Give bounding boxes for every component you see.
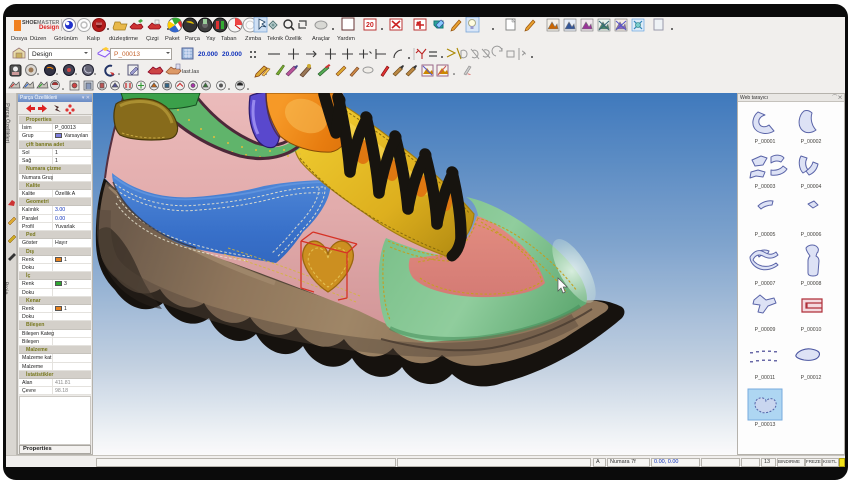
- svg-text:P_00004: P_00004: [801, 184, 822, 190]
- svg-text:P_00012: P_00012: [801, 375, 822, 381]
- svg-text:P_00003: P_00003: [755, 184, 776, 190]
- svg-text:P_00010: P_00010: [801, 327, 822, 333]
- svg-text:P_00002: P_00002: [801, 139, 822, 145]
- svg-text:20.000: 20.000: [222, 51, 242, 58]
- svg-text:P_00001: P_00001: [755, 139, 776, 145]
- svg-text:P_00005: P_00005: [755, 232, 776, 238]
- svg-text:P_00011: P_00011: [755, 375, 775, 381]
- svg-text:P_00006: P_00006: [801, 232, 822, 238]
- svg-text:20.000: 20.000: [198, 51, 218, 58]
- svg-text:last.las: last.las: [182, 69, 199, 75]
- svg-text:P_00007: P_00007: [755, 281, 776, 287]
- svg-text:P_00008: P_00008: [801, 281, 822, 287]
- svg-text:20: 20: [366, 22, 374, 29]
- svg-text:P_00013: P_00013: [755, 422, 776, 428]
- svg-text:P_00009: P_00009: [755, 327, 776, 333]
